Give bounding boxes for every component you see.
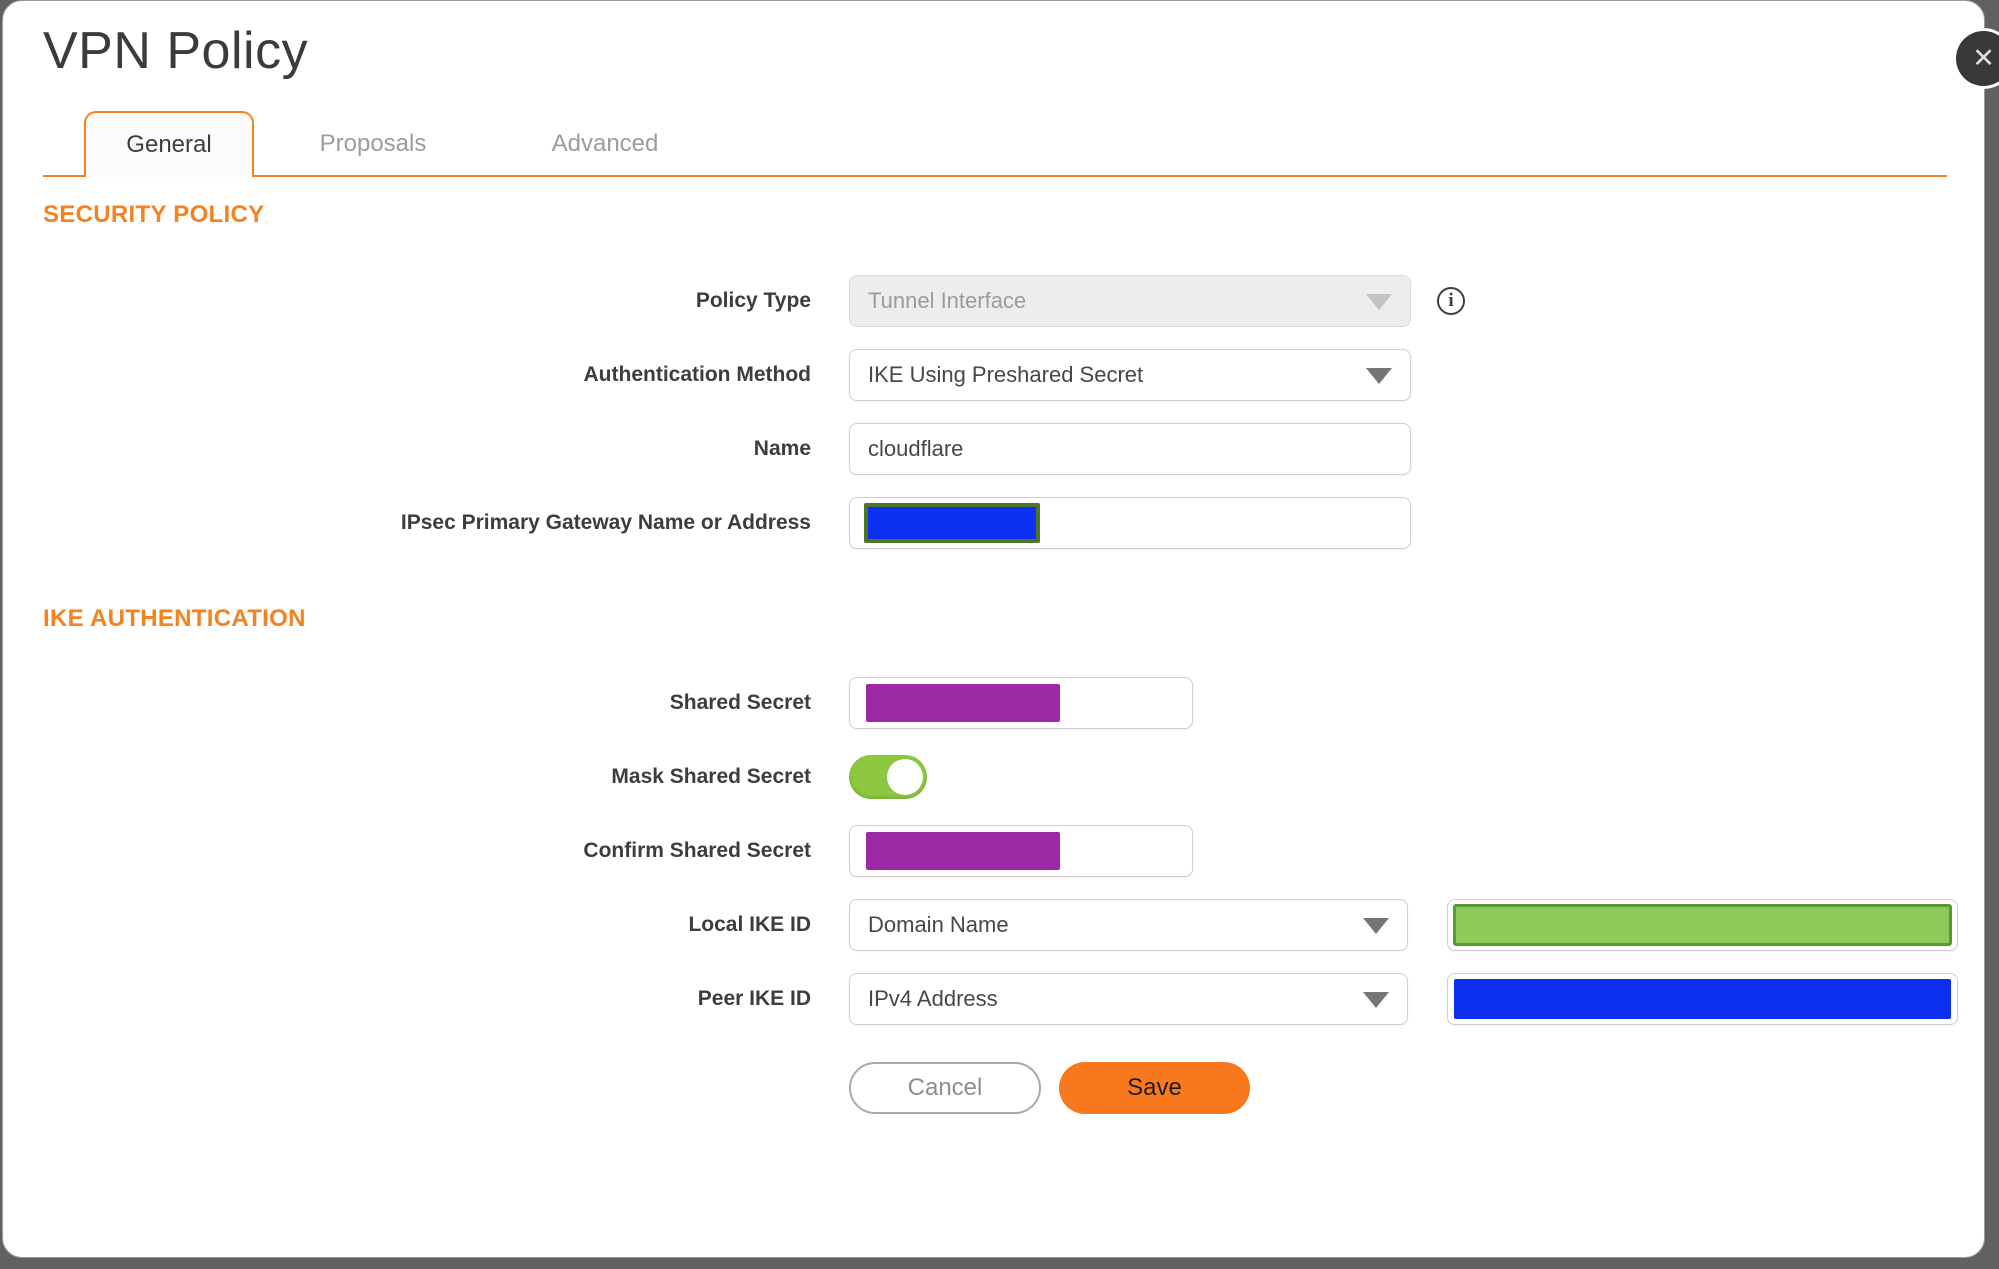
info-icon-glyph: i — [1448, 290, 1454, 311]
tab-general[interactable]: General — [84, 111, 254, 177]
vpn-policy-dialog: VPN Policy General Proposals Advanced SE… — [2, 0, 1985, 1258]
authentication-method-label: Authentication Method — [583, 363, 811, 386]
policy-type-value: Tunnel Interface — [868, 288, 1027, 313]
gateway-input[interactable] — [849, 497, 1411, 549]
policy-type-label: Policy Type — [695, 289, 811, 312]
peer-ike-id-value-input[interactable] — [1447, 973, 1958, 1025]
mask-shared-secret-toggle[interactable] — [849, 755, 927, 799]
ike-authentication-section: Shared Secret Mask Shared Secret Confirm… — [3, 677, 1984, 1025]
gateway-label: IPsec Primary Gateway Name or Address — [400, 511, 811, 534]
local-ike-id-value-input[interactable] — [1447, 899, 1958, 951]
name-value: cloudflare — [868, 436, 964, 461]
confirm-shared-secret-input[interactable] — [849, 825, 1193, 877]
peer-ike-id-label: Peer IKE ID — [697, 987, 811, 1010]
save-button[interactable]: Save — [1059, 1062, 1250, 1114]
local-ike-id-row: Local IKE ID Domain Name — [3, 899, 1984, 951]
toggle-knob — [887, 759, 923, 795]
info-icon[interactable]: i — [1437, 287, 1465, 315]
mask-shared-secret-label: Mask Shared Secret — [611, 765, 811, 788]
section-heading-ike-authentication: IKE AUTHENTICATION — [43, 605, 306, 632]
tab-proposals[interactable]: Proposals — [254, 111, 492, 177]
peer-ike-id-row: Peer IKE ID IPv4 Address — [3, 973, 1984, 1025]
shared-secret-redacted-value — [866, 684, 1060, 722]
local-ike-id-type-value: Domain Name — [868, 912, 1009, 937]
section-heading-security-policy: SECURITY POLICY — [43, 201, 265, 228]
peer-ike-id-type-select[interactable]: IPv4 Address — [849, 973, 1408, 1025]
authentication-method-row: Authentication Method IKE Using Preshare… — [3, 349, 1984, 401]
gateway-redacted-value — [864, 503, 1040, 543]
chevron-down-icon — [1366, 294, 1392, 310]
tab-bar: General Proposals Advanced — [43, 111, 1947, 177]
shared-secret-row: Shared Secret — [3, 677, 1984, 729]
name-label: Name — [753, 437, 811, 460]
confirm-shared-secret-redacted-value — [866, 832, 1060, 870]
authentication-method-value: IKE Using Preshared Secret — [868, 362, 1144, 387]
peer-ike-id-redacted-value — [1454, 979, 1951, 1019]
chevron-down-icon — [1366, 368, 1392, 384]
authentication-method-select[interactable]: IKE Using Preshared Secret — [849, 349, 1411, 401]
name-row: Name cloudflare — [3, 423, 1984, 475]
security-policy-section: Policy Type Tunnel Interface i Authentic… — [3, 275, 1984, 549]
cancel-button[interactable]: Cancel — [849, 1062, 1041, 1114]
dialog-footer: Cancel Save — [3, 1062, 1984, 1114]
chevron-down-icon — [1363, 918, 1389, 934]
page-title: VPN Policy — [43, 22, 309, 80]
confirm-shared-secret-label: Confirm Shared Secret — [583, 839, 811, 862]
policy-type-row: Policy Type Tunnel Interface i — [3, 275, 1984, 327]
mask-shared-secret-row: Mask Shared Secret — [3, 751, 1984, 803]
local-ike-id-label: Local IKE ID — [688, 913, 811, 936]
name-input[interactable]: cloudflare — [849, 423, 1411, 475]
shared-secret-label: Shared Secret — [669, 691, 811, 714]
gateway-row: IPsec Primary Gateway Name or Address — [3, 497, 1984, 549]
close-icon: ✕ — [1972, 43, 1995, 73]
confirm-shared-secret-row: Confirm Shared Secret — [3, 825, 1984, 877]
policy-type-select: Tunnel Interface — [849, 275, 1411, 327]
local-ike-id-redacted-value — [1453, 904, 1952, 946]
tab-advanced[interactable]: Advanced — [492, 111, 718, 177]
local-ike-id-type-select[interactable]: Domain Name — [849, 899, 1408, 951]
chevron-down-icon — [1363, 992, 1389, 1008]
peer-ike-id-type-value: IPv4 Address — [868, 986, 998, 1011]
shared-secret-input[interactable] — [849, 677, 1193, 729]
